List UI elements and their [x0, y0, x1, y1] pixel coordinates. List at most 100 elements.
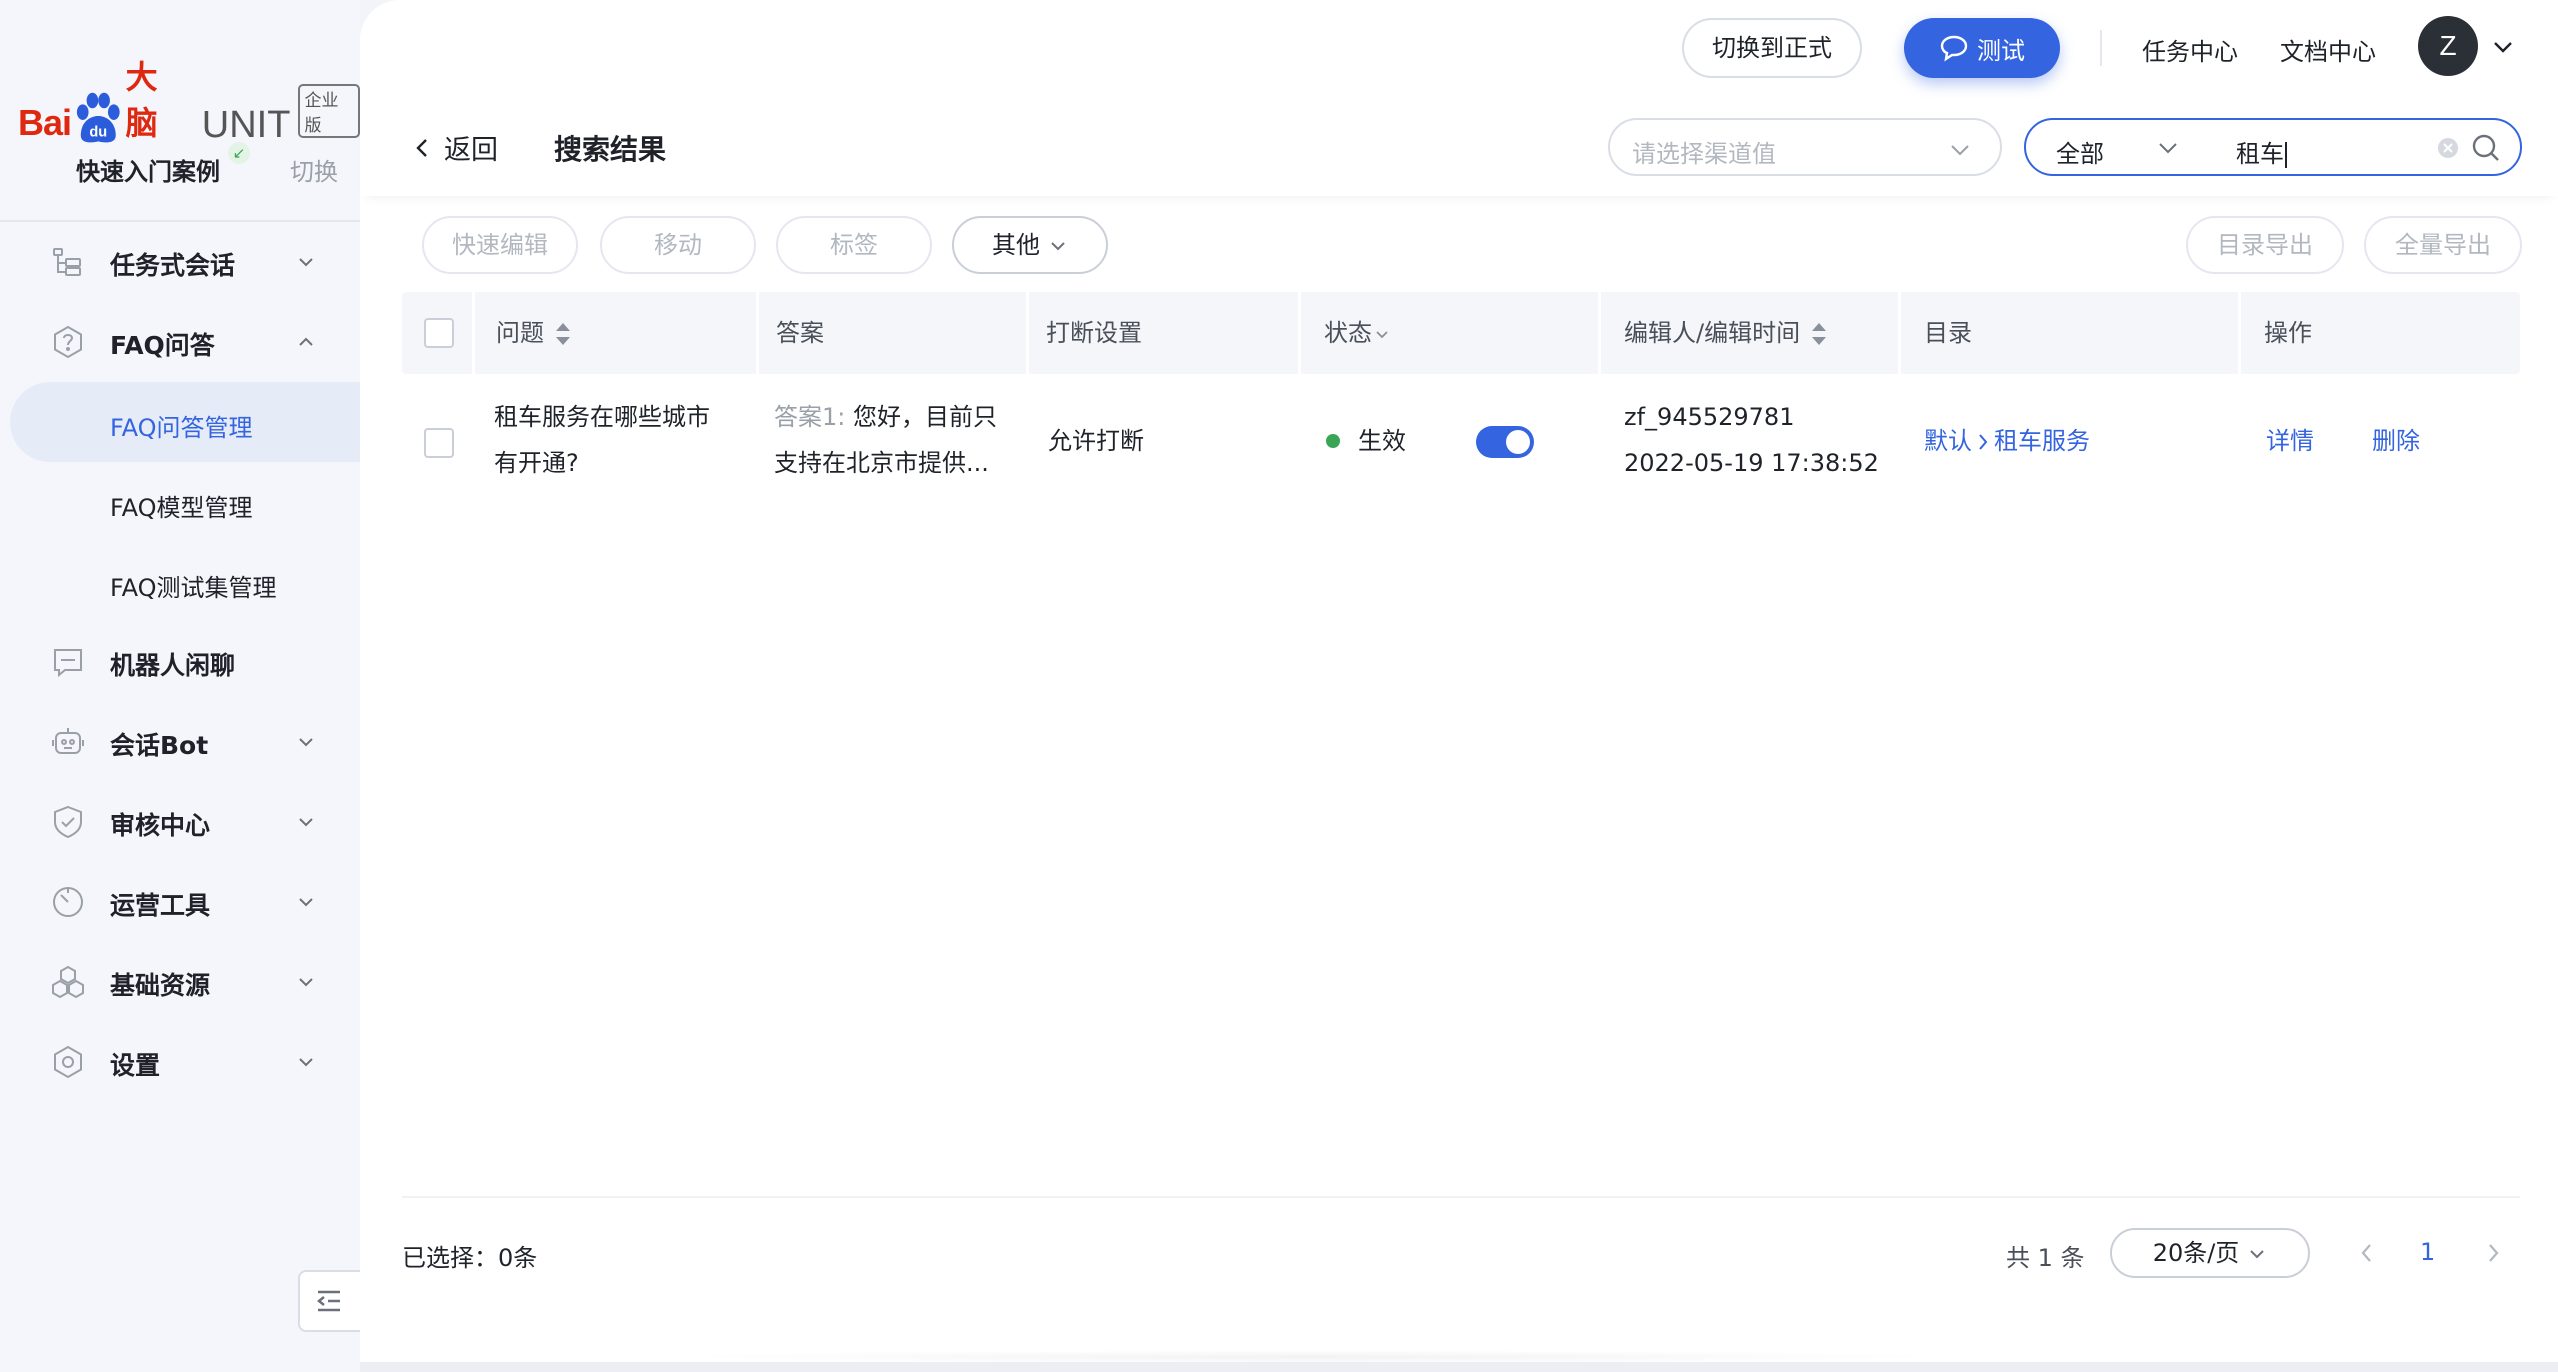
select-all-checkbox[interactable] — [424, 318, 454, 348]
sidebar: Bai du 大脑 UNIT 企业版 快速入门案例 ↙ 切换 任务式会话 FAQ… — [0, 0, 360, 1372]
export-directory-button[interactable]: 目录导出 — [2186, 216, 2344, 274]
column-header-status[interactable]: 状态 — [1324, 292, 1390, 374]
logo-du-text: du — [89, 124, 107, 140]
clear-icon[interactable] — [2436, 136, 2460, 160]
sidebar-item-ops-tools[interactable]: 运营工具 — [0, 862, 360, 942]
search-query: 租车 — [2236, 140, 2284, 168]
case-selector: 快速入门案例 ↙ 切换 — [0, 140, 360, 200]
sidebar-item-label: 机器人闲聊 — [110, 651, 236, 680]
sort-icon[interactable] — [554, 320, 572, 348]
interrupt-cell: 允许打断 — [1048, 427, 1144, 455]
sidebar-collapse-button[interactable] — [298, 1270, 360, 1332]
next-page-icon[interactable] — [2480, 1240, 2506, 1266]
column-header-directory: 目录 — [1924, 319, 1972, 347]
chevron-down-icon[interactable] — [2156, 136, 2180, 160]
sidebar-item-faq-model[interactable]: FAQ模型管理 — [0, 462, 360, 542]
column-header-action: 操作 — [2264, 319, 2312, 347]
question-hexagon-icon — [54, 325, 82, 359]
move-button[interactable]: 移动 — [600, 216, 756, 274]
row-checkbox[interactable] — [424, 428, 454, 458]
sidebar-item-settings[interactable]: 设置 — [0, 1022, 360, 1102]
prev-page-icon[interactable] — [2354, 1240, 2380, 1266]
column-header-editor[interactable]: 编辑人/编辑时间 — [1624, 292, 1828, 374]
quick-edit-button[interactable]: 快速编辑 — [422, 216, 578, 274]
column-header-interrupt: 打断设置 — [1046, 319, 1142, 347]
case-name: 快速入门案例 — [76, 158, 220, 186]
search-scope-select[interactable]: 全部 — [2056, 134, 2104, 169]
sidebar-item-chitchat[interactable]: 机器人闲聊 — [0, 622, 360, 702]
question-line: 有开通? — [494, 449, 579, 477]
sidebar-item-resources[interactable]: 基础资源 — [0, 942, 360, 1022]
shield-check-icon — [54, 805, 82, 839]
search-icon[interactable] — [2470, 132, 2502, 164]
sidebar-item-review[interactable]: 审核中心 — [0, 782, 360, 862]
filter-chevron-icon[interactable] — [1374, 326, 1390, 342]
delete-link[interactable]: 删除 — [2372, 418, 2420, 464]
sidebar-item-label: 审核中心 — [110, 811, 211, 840]
chevron-down-icon[interactable] — [2490, 34, 2516, 60]
chevron-down-icon — [1051, 242, 1065, 251]
column-divider — [756, 292, 759, 374]
settings-hexagon-icon — [54, 1045, 82, 1079]
directory-leaf-link[interactable]: 租车服务 — [1994, 427, 2090, 455]
selected-count: 已选择：0条 — [402, 1244, 538, 1272]
column-header-label: 状态 — [1324, 319, 1372, 347]
search-input[interactable]: 租车 — [2236, 134, 2287, 169]
other-dropdown-button[interactable]: 其他 — [952, 216, 1108, 274]
table-row: 租车服务在哪些城市 有开通? 答案1: 您好，目前只 支持在北京市提供... 允… — [402, 374, 2520, 510]
page-number-current[interactable]: 1 — [2420, 1238, 2435, 1266]
question-cell[interactable]: 租车服务在哪些城市 有开通? — [494, 394, 710, 486]
bottom-bar — [360, 1362, 2558, 1372]
sidebar-item-task-dialog[interactable]: 任务式会话 — [0, 222, 360, 302]
column-divider — [1298, 292, 1301, 374]
column-header-question[interactable]: 问题 — [496, 292, 572, 374]
search-header: 返回 搜索结果 请选择渠道值 全部 租车 — [360, 98, 2558, 196]
collapse-menu-icon — [316, 1290, 340, 1312]
sidebar-item-label: 会话Bot — [110, 731, 209, 760]
back-button[interactable]: 返回 — [412, 128, 498, 167]
text-caret — [2285, 142, 2287, 168]
robot-icon — [52, 728, 84, 754]
chevron-down-icon — [299, 258, 313, 267]
sidebar-item-label: 设置 — [110, 1051, 161, 1080]
sidebar-item-faq-manage[interactable]: FAQ问答管理 — [10, 382, 360, 462]
channel-select[interactable]: 请选择渠道值 — [1608, 118, 2002, 176]
edition-badge: 企业版 — [298, 84, 360, 138]
top-bar-divider — [2100, 30, 2102, 66]
column-divider — [1598, 292, 1601, 374]
column-divider — [2238, 292, 2241, 374]
detail-link[interactable]: 详情 — [2266, 418, 2314, 464]
answer-line: 支持在北京市提供... — [774, 449, 989, 477]
page-size-select[interactable]: 20条/页 — [2110, 1228, 2310, 1278]
directory-root-link[interactable]: 默认 — [1924, 427, 1972, 455]
doc-center-link[interactable]: 文档中心 — [2280, 32, 2376, 67]
task-center-link[interactable]: 任务中心 — [2142, 32, 2238, 67]
switch-to-production-button[interactable]: 切换到正式 — [1682, 18, 1862, 78]
task-tree-icon — [53, 248, 81, 276]
column-header-answer: 答案 — [776, 319, 824, 347]
question-line: 租车服务在哪些城市 — [494, 403, 710, 431]
sidebar-item-label: FAQ模型管理 — [110, 494, 253, 522]
tag-button[interactable]: 标签 — [776, 216, 932, 274]
sidebar-item-bot[interactable]: 会话Bot — [0, 702, 360, 782]
chevron-down-icon — [2250, 1250, 2265, 1259]
case-switch-button[interactable]: 切换 — [290, 152, 338, 187]
answer-label: 答案1: — [774, 403, 846, 431]
test-button[interactable]: 测试 — [1904, 18, 2060, 78]
chevron-up-icon — [299, 337, 313, 346]
editor-name: zf_945529781 — [1624, 403, 1795, 431]
sort-icon[interactable] — [1810, 320, 1828, 348]
sidebar-item-label: 任务式会话 — [110, 251, 236, 280]
chevron-down-icon — [299, 1058, 313, 1067]
sidebar-item-faq-testset[interactable]: FAQ测试集管理 — [0, 542, 360, 622]
column-divider — [472, 292, 475, 374]
column-divider — [1898, 292, 1901, 374]
pin-icon[interactable]: ↙ — [228, 142, 250, 164]
baidu-unit-logo: Bai du 大脑 UNIT 企业版 — [18, 52, 360, 144]
export-all-button[interactable]: 全量导出 — [2364, 216, 2522, 274]
directory-path[interactable]: 默认 租车服务 — [1924, 418, 2090, 464]
avatar[interactable]: Z — [2418, 16, 2478, 76]
main-panel: 切换到正式 测试 任务中心 文档中心 Z 返回 搜索结果 请选择渠道值 全部 租… — [360, 0, 2558, 1372]
sidebar-item-faq[interactable]: FAQ问答 — [0, 302, 360, 382]
status-toggle[interactable] — [1476, 426, 1534, 458]
